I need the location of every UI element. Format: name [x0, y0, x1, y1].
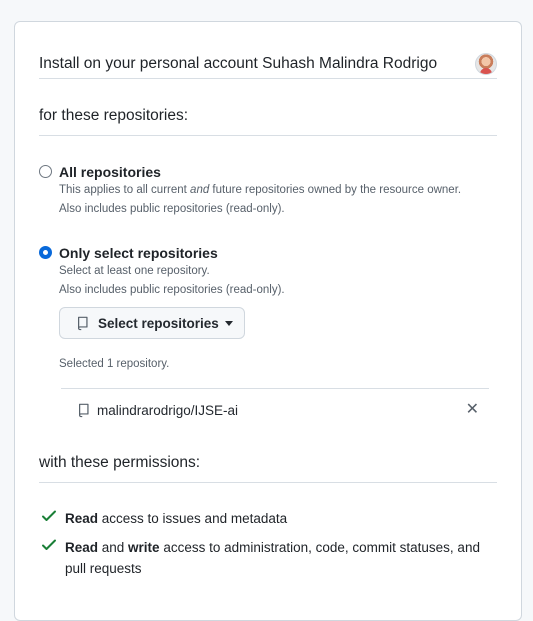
- permission-desc: access to administration, code, commit s…: [159, 540, 480, 555]
- select-repositories-label: Select repositories: [98, 315, 219, 331]
- permission-item: Read access to issues and metadata: [41, 508, 287, 529]
- divider: [39, 78, 497, 79]
- repositories-section-title: for these repositories:: [39, 107, 189, 124]
- select-note-line2: Also includes public repositories (read-…: [59, 284, 285, 296]
- radio-select-repositories[interactable]: Only select repositories Select at least…: [39, 244, 497, 300]
- permission-item: Read and write access to administration,…: [41, 537, 511, 579]
- radio-all-label: All repositories: [59, 164, 161, 180]
- select-note-line1: Select at least one repository.: [59, 265, 210, 277]
- permissions-section-title: with these permissions:: [39, 454, 201, 471]
- repo-icon: [78, 316, 88, 331]
- radio-button-select[interactable]: [39, 246, 52, 259]
- checkmark-icon: [42, 510, 56, 521]
- chevron-down-icon: [224, 320, 233, 326]
- selected-repo-full-name: malindrarodrigo/IJSE-ai: [97, 402, 239, 418]
- permission-desc: and: [98, 540, 129, 555]
- selected-repo-row: malindrarodrigo/IJSE-ai ✕: [77, 400, 479, 420]
- permission-desc: access to issues and metadata: [98, 511, 288, 526]
- all-note-line1: This applies to all current and future r…: [59, 184, 462, 196]
- repo-icon: [79, 403, 89, 418]
- install-account-text: Install on your personal account Suhash …: [39, 55, 438, 72]
- divider: [61, 388, 489, 389]
- divider: [39, 482, 497, 483]
- install-card: Install on your personal account Suhash …: [14, 21, 522, 621]
- all-note-line2: Also includes public repositories (read-…: [59, 203, 285, 215]
- permission-desc-cont: pull requests: [65, 561, 142, 576]
- select-repositories-button[interactable]: Select repositories: [59, 307, 245, 339]
- radio-select-label: Only select repositories: [59, 245, 218, 261]
- checkmark-icon: [42, 539, 56, 550]
- permission-verb: Read: [65, 540, 99, 555]
- selected-repo-name: malindrarodrigo/IJSE-ai: [77, 402, 238, 418]
- selected-count-text: Selected 1 repository.: [59, 358, 170, 370]
- avatar: [475, 53, 497, 75]
- divider: [39, 135, 497, 136]
- radio-all-repositories[interactable]: All repositories This applies to all cur…: [39, 163, 497, 219]
- remove-repo-close-icon[interactable]: ✕: [466, 402, 479, 418]
- permission-verb2: write: [128, 540, 160, 555]
- radio-button-all[interactable]: [39, 165, 52, 178]
- permission-verb: Read: [65, 511, 99, 526]
